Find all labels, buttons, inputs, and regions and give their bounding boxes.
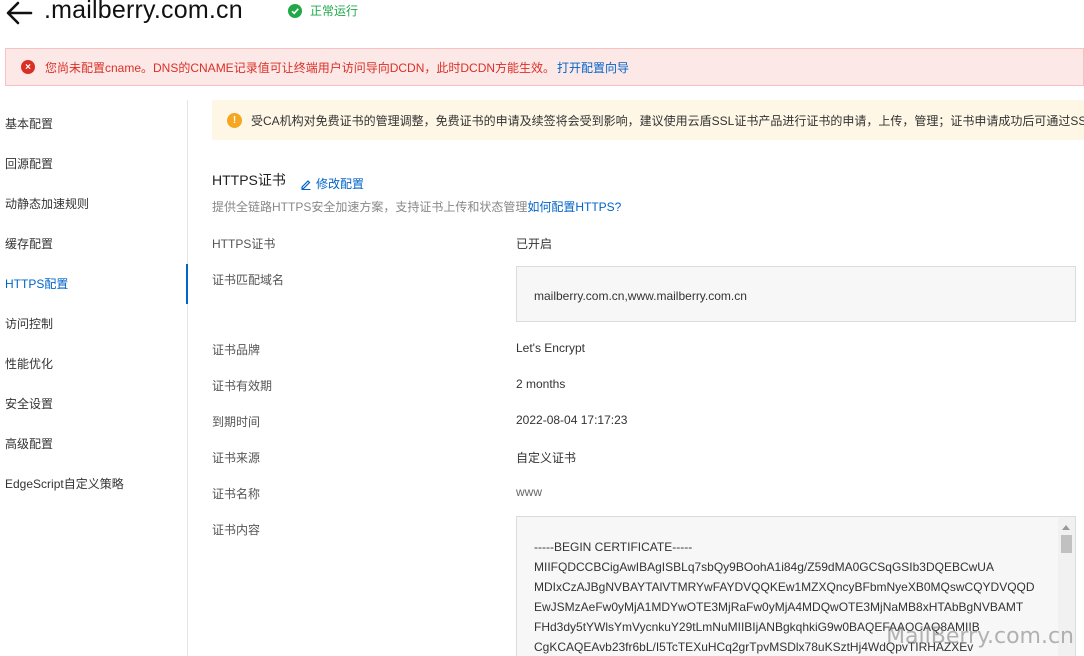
https-cert-label: HTTPS证书	[212, 237, 276, 251]
domain-title: .mailberry.com.cn	[44, 0, 243, 24]
how-to-config-https-link[interactable]: 如何配置HTTPS?	[527, 200, 621, 214]
sidebar-item-security[interactable]: 安全设置	[0, 384, 188, 424]
sidebar-item-edgescript[interactable]: EdgeScript自定义策略	[0, 464, 188, 504]
sidebar-item-basic[interactable]: 基本配置	[0, 104, 188, 144]
error-circle-icon: ×	[21, 60, 35, 74]
brand-label: 证书品牌	[212, 343, 261, 357]
edit-config-button[interactable]: 修改配置	[300, 175, 364, 192]
ssl-warning-notice: ! 受CA机构对免费证书的管理调整，免费证书的申请及续签将会受到影响，建议使用云…	[212, 100, 1084, 140]
section-desc-text: 提供全链路HTTPS安全加速方案，支持证书上传和状态管理	[212, 200, 528, 214]
pencil-icon	[301, 179, 311, 190]
warning-text: 受CA机构对免费证书的管理调整，免费证书的申请及续签将会受到影响，建议使用云盾S…	[251, 113, 1084, 128]
cert-content-label: 证书内容	[212, 523, 261, 537]
page-header: .mailberry.com.cn 正常运行	[0, 0, 1084, 40]
match-domain-label: 证书匹配域名	[212, 273, 285, 287]
sidebar-item-advanced[interactable]: 高级配置	[0, 424, 188, 464]
warning-circle-icon: !	[227, 112, 242, 128]
cert-name-label: 证书名称	[212, 487, 261, 501]
scroll-thumb[interactable]	[1061, 535, 1072, 553]
error-text: 您尚未配置cname。DNS的CNAME记录值可让终端用户访问导向DCDN，此时…	[45, 60, 556, 75]
source-value: 自定义证书	[516, 451, 577, 465]
sidebar-item-performance[interactable]: 性能优化	[0, 344, 188, 384]
https-cert-value: 已开启	[516, 237, 553, 251]
config-sidebar: 基本配置 回源配置 动静态加速规则 缓存配置 HTTPS配置 访问控制 性能优化…	[0, 100, 188, 656]
status-badge: 正常运行	[288, 2, 358, 19]
sidebar-item-https[interactable]: HTTPS配置	[0, 264, 188, 304]
edit-config-label: 修改配置	[316, 177, 365, 191]
back-arrow-icon[interactable]	[4, 0, 34, 26]
sidebar-item-origin[interactable]: 回源配置	[0, 144, 188, 184]
cname-error-notice: × 您尚未配置cname。DNS的CNAME记录值可让终端用户访问导向DCDN，…	[5, 48, 1084, 86]
match-domain-value: mailberry.com.cn,www.mailberry.com.cn	[534, 289, 747, 303]
cert-line: MIIFQDCCBCigAwIBAgISBLq7sbQy9BOohA1i84g/…	[534, 560, 994, 574]
sidebar-item-access-control[interactable]: 访问控制	[0, 304, 188, 344]
cert-line: -----BEGIN CERTIFICATE-----	[534, 540, 693, 554]
watermark: MailBerry.com.cn	[886, 624, 1074, 649]
section-title: HTTPS证书	[212, 172, 286, 188]
cert-line: MDIxCzAJBgNVBAYTAlVTMRYwFAYDVQQKEw1MZXQn…	[534, 580, 1035, 594]
sidebar-item-cache[interactable]: 缓存配置	[0, 224, 188, 264]
sidebar-item-acceleration-rules[interactable]: 动静态加速规则	[0, 184, 188, 224]
match-domain-box: mailberry.com.cn,www.mailberry.com.cn	[516, 266, 1076, 322]
expiry-label: 到期时间	[212, 415, 261, 429]
cert-line: EwJSMzAeFw0yMjA1MDYwOTE3MjRaFw0yMjA4MDQw…	[534, 600, 1024, 614]
section-description: 提供全链路HTTPS安全加速方案，支持证书上传和状态管理如何配置HTTPS?	[212, 198, 621, 215]
brand-value: Let's Encrypt	[516, 341, 585, 355]
check-circle-icon	[288, 3, 302, 18]
expiry-value: 2022-08-04 17:17:23	[516, 413, 628, 427]
open-config-wizard-link[interactable]: 打开配置向导	[557, 59, 629, 76]
validity-value: 2 months	[516, 377, 566, 391]
source-label: 证书来源	[212, 451, 261, 465]
status-text: 正常运行	[310, 4, 359, 18]
validity-label: 证书有效期	[212, 379, 273, 393]
scroll-up-arrow-icon[interactable]	[1062, 525, 1070, 530]
cert-name-value: www	[516, 485, 542, 499]
